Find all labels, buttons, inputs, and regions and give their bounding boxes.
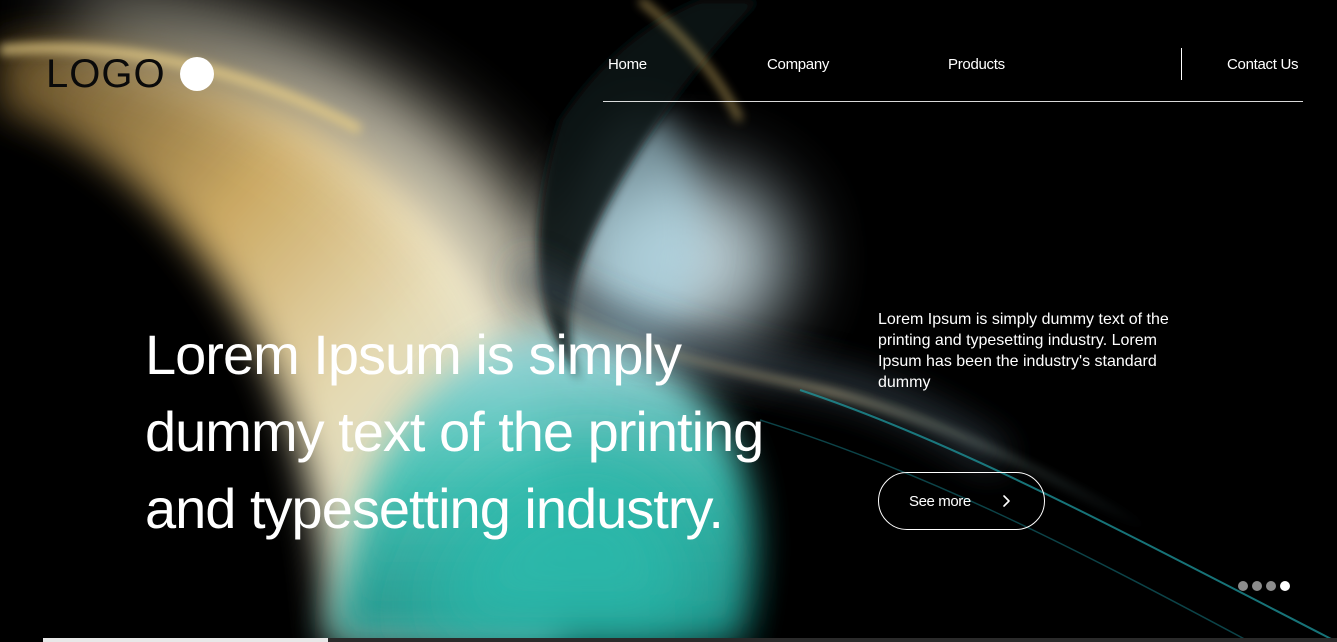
hero-description: Lorem Ipsum is simply dummy text of the … bbox=[878, 311, 1169, 391]
carousel-dot-active[interactable] bbox=[1280, 581, 1290, 591]
carousel-dot[interactable] bbox=[1266, 581, 1276, 591]
chevron-right-icon bbox=[1003, 495, 1010, 507]
slide-progress-bar bbox=[43, 638, 1337, 642]
main-nav: Home Company Products Contact Us bbox=[603, 40, 1303, 102]
nav-item-contact-us[interactable]: Contact Us bbox=[1227, 56, 1299, 73]
carousel-dot[interactable] bbox=[1252, 581, 1262, 591]
slide-progress-fill bbox=[43, 638, 328, 642]
carousel-dot[interactable] bbox=[1238, 581, 1248, 591]
nav-divider bbox=[1181, 48, 1182, 80]
nav-item-home[interactable]: Home bbox=[608, 56, 647, 73]
see-more-button[interactable]: See more bbox=[878, 472, 1045, 530]
nav-item-company[interactable]: Company bbox=[767, 56, 829, 73]
logo[interactable]: LOGO bbox=[46, 54, 214, 94]
hero-section: LOGO Home Company Products Contact Us Lo… bbox=[0, 0, 1337, 642]
see-more-label: See more bbox=[909, 492, 971, 510]
nav-item-products[interactable]: Products bbox=[948, 56, 1005, 73]
hero-headline: Lorem Ipsum is simply dummy text of the … bbox=[145, 323, 764, 540]
logo-circle-icon bbox=[179, 57, 214, 91]
logo-text: LOGO bbox=[46, 52, 166, 96]
carousel-dots bbox=[1238, 581, 1294, 591]
